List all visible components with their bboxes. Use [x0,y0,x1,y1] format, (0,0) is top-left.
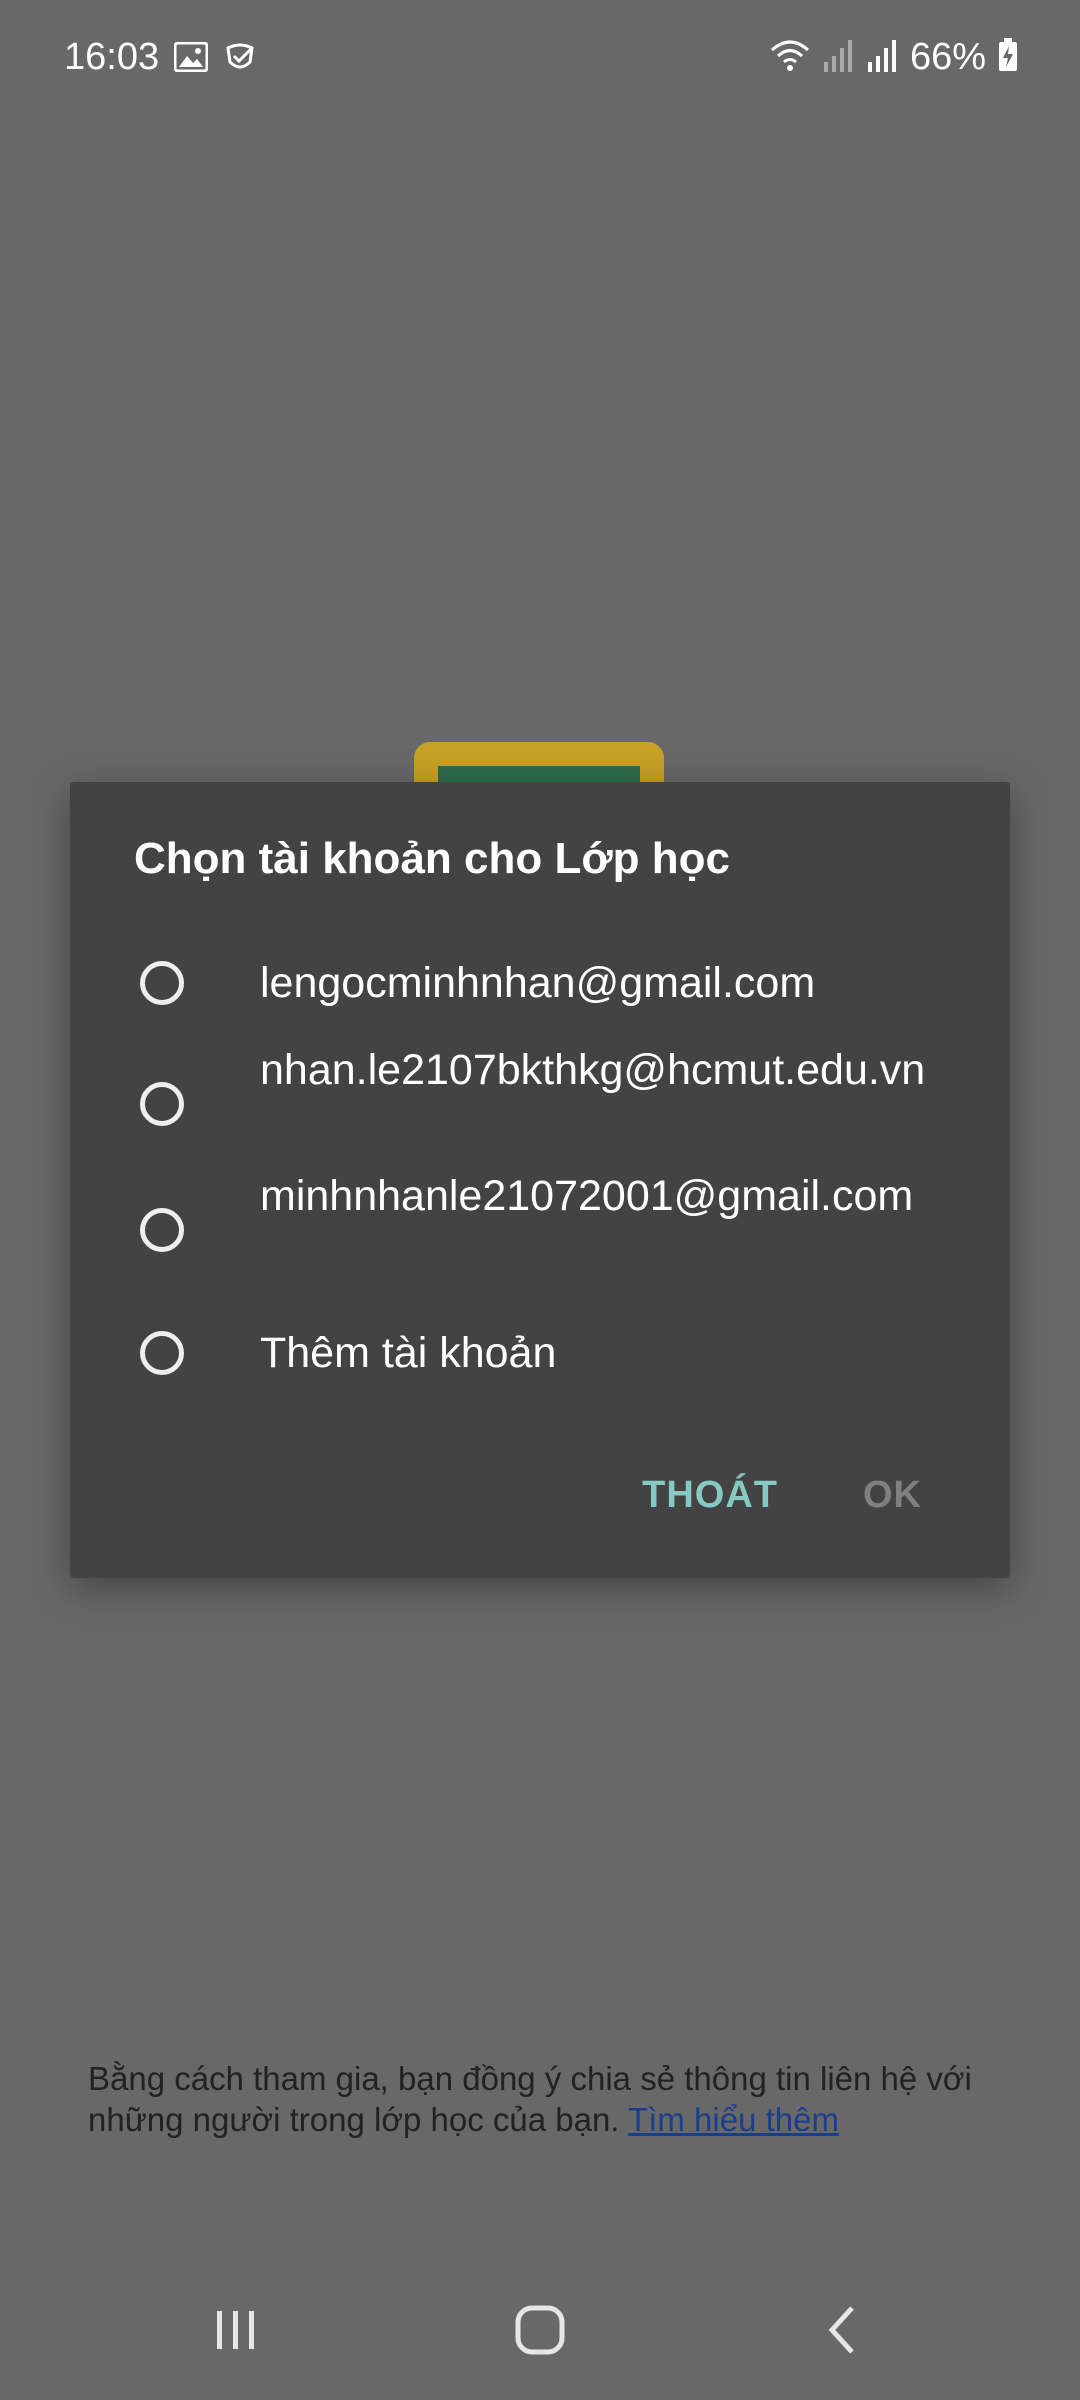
dialog-title: Chọn tài khoản cho Lớp học [134,834,730,883]
navigation-bar [0,2260,1080,2400]
account-option[interactable]: nhan.le2107bkthkg@hcmut.edu.vn [70,1044,1010,1164]
terms-text: Bằng cách tham gia, bạn đồng ý chia sẻ t… [88,2058,988,2140]
radio-button[interactable] [140,961,184,1005]
add-account-option[interactable]: Thêm tài khoản [70,1318,1010,1388]
add-account-label: Thêm tài khoản [260,1329,557,1377]
signal-icon [822,38,854,77]
learn-more-link[interactable]: Tìm hiểu thêm [628,2101,839,2138]
radio-button[interactable] [140,1208,184,1252]
shield-icon [222,42,258,79]
home-icon[interactable] [500,2290,580,2370]
radio-button[interactable] [140,1331,184,1375]
ok-button[interactable]: OK [863,1474,922,1517]
account-chooser-dialog: Chọn tài khoản cho Lớp học lengocminhnha… [70,782,1010,1578]
account-option[interactable]: minhnhanle21072001@gmail.com [70,1170,1010,1290]
radio-button[interactable] [140,1082,184,1126]
account-option-label: minhnhanle21072001@gmail.com [260,1172,914,1220]
image-icon [173,41,209,79]
back-icon[interactable] [802,2290,882,2370]
clock: 16:03 [64,36,160,78]
recent-apps-icon[interactable] [196,2290,276,2370]
account-option-label: lengocminhnhan@gmail.com [260,959,816,1007]
battery-charging-icon [998,38,1018,77]
battery-percent: 66% [909,36,986,78]
account-option[interactable]: lengocminhnhan@gmail.com [70,948,1010,1018]
cancel-button[interactable]: THOÁT [642,1474,778,1517]
terms-body: Bằng cách tham gia, bạn đồng ý chia sẻ t… [88,2060,972,2138]
wifi-icon [770,38,810,77]
status-bar: 16:03 66% [0,0,1080,120]
account-option-label: nhan.le2107bkthkg@hcmut.edu.vn [260,1046,926,1094]
signal-icon [866,38,898,77]
